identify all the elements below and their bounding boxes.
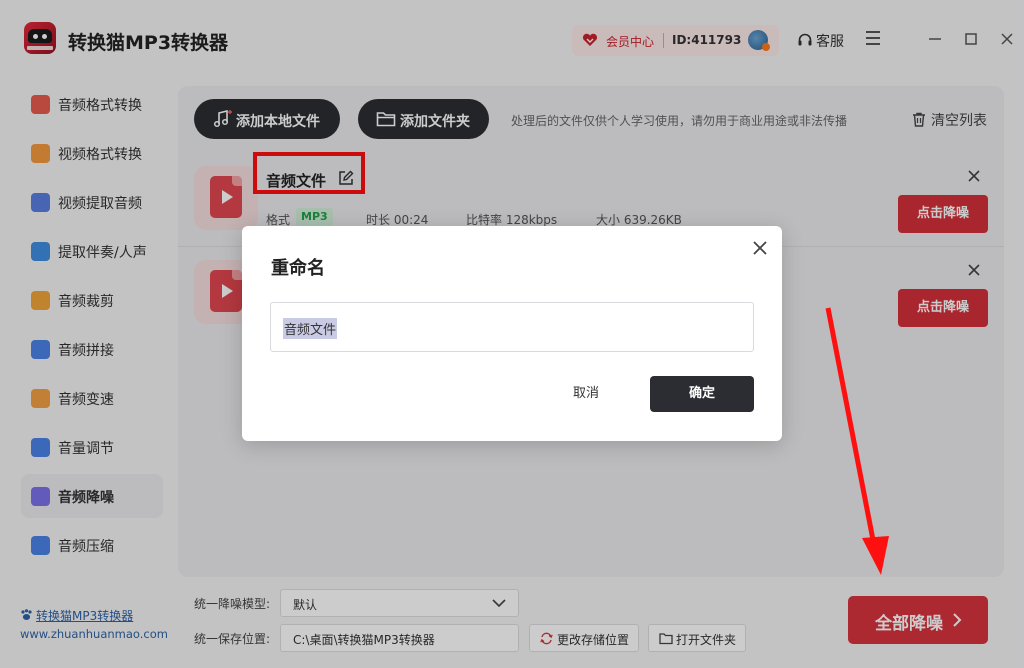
cancel-button[interactable]: 取消 bbox=[553, 376, 619, 412]
close-icon[interactable] bbox=[752, 240, 768, 256]
dialog-title: 重命名 bbox=[271, 258, 325, 279]
rename-input[interactable]: 音频文件 bbox=[270, 302, 754, 352]
confirm-button[interactable]: 确定 bbox=[650, 376, 754, 412]
app-window: 转换猫MP3转换器 会员中心 ID:411793 客服 音频格式转换 视频格式转换… bbox=[0, 0, 1024, 668]
rename-dialog: 重命名 音频文件 取消 确定 bbox=[242, 226, 782, 441]
rename-input-value: 音频文件 bbox=[283, 318, 338, 339]
